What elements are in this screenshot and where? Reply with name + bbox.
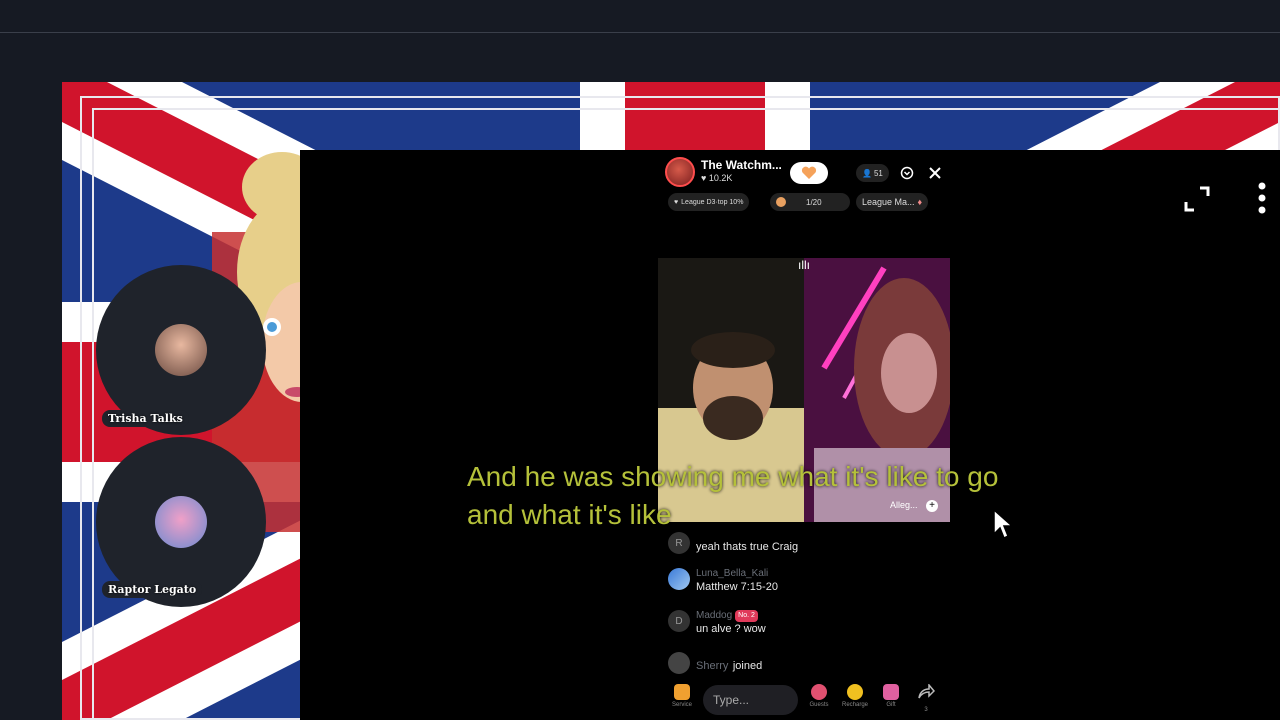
close-icon[interactable] — [925, 163, 945, 183]
gift-icon — [883, 684, 899, 700]
chat-text: Matthew 7:15-20 — [696, 581, 778, 593]
chat-avatar[interactable] — [668, 568, 690, 590]
chat-input[interactable]: Type... — [703, 685, 798, 715]
share-button[interactable]: 3 — [911, 682, 941, 713]
host-name: The Watchm... — [701, 158, 782, 172]
chat-avatar[interactable]: D — [668, 610, 690, 632]
audio-icon: ıllı — [798, 258, 810, 272]
guest-name-tag: Trisha Talks — [102, 410, 189, 427]
share-icon — [918, 682, 936, 699]
chat-avatar[interactable] — [668, 652, 690, 674]
viewer-count[interactable]: 👤 51 — [856, 164, 889, 182]
minimize-icon[interactable] — [898, 164, 916, 182]
person-icon: 👤 — [862, 168, 872, 178]
heart-icon: ♥ — [674, 198, 679, 206]
mouse-cursor-icon — [993, 508, 1014, 540]
follow-button[interactable] — [790, 162, 828, 184]
chat-message: Sherry joined — [668, 652, 762, 674]
service-button[interactable]: Service — [667, 684, 697, 708]
chat-username[interactable]: Luna_Bella_Kali — [696, 568, 778, 580]
guest-avatar — [155, 324, 207, 376]
chat-username[interactable]: Sherry — [696, 660, 728, 672]
host-likes: ♥ 10.2K — [701, 173, 733, 183]
service-icon — [674, 684, 690, 700]
rank-badge: No. 2 — [735, 610, 758, 622]
chat-text: un alve ? wow — [696, 623, 766, 635]
host-avatar[interactable] — [665, 157, 695, 187]
heart-icon — [801, 166, 817, 179]
guest-name-tag: Raptor Legato — [102, 581, 203, 598]
live-caption: And he was showing me what it's like to … — [467, 461, 999, 530]
browser-top-bar — [0, 0, 1280, 33]
chat-avatar[interactable]: R — [668, 532, 690, 554]
chat-message: D Maddog No. 2 un alve ? wow — [668, 610, 766, 636]
league-pill[interactable]: ♥ League D3·top 10% — [668, 193, 750, 211]
bottom-toolbar: Service Type... Guests Recharge Gift 3 — [665, 680, 955, 720]
gem-icon: ♦ — [917, 197, 923, 207]
host-info[interactable]: The Watchm... ♥ 10.2K — [665, 156, 782, 188]
chat-text: joined — [732, 660, 763, 672]
league-match-pill[interactable]: League Ma... ♦ — [856, 193, 929, 211]
gift-button[interactable]: Gift — [876, 684, 906, 708]
chat-username[interactable]: Maddog — [696, 610, 732, 621]
chat-message: R yeah thats true Craig — [668, 532, 798, 554]
orb-icon — [776, 197, 786, 207]
guests-icon — [811, 684, 827, 700]
coin-icon — [847, 684, 863, 700]
match-progress-pill[interactable]: 1/20 — [770, 193, 850, 211]
more-options-icon[interactable] — [1250, 180, 1274, 216]
guests-button[interactable]: Guests — [804, 684, 834, 708]
guest-avatar — [155, 496, 207, 548]
chat-text: yeah thats true Craig — [696, 541, 799, 553]
chat-message: Luna_Bella_Kali Matthew 7:15-20 — [668, 568, 778, 594]
recharge-button[interactable]: Recharge — [840, 684, 870, 708]
fullscreen-icon[interactable] — [1182, 184, 1212, 214]
